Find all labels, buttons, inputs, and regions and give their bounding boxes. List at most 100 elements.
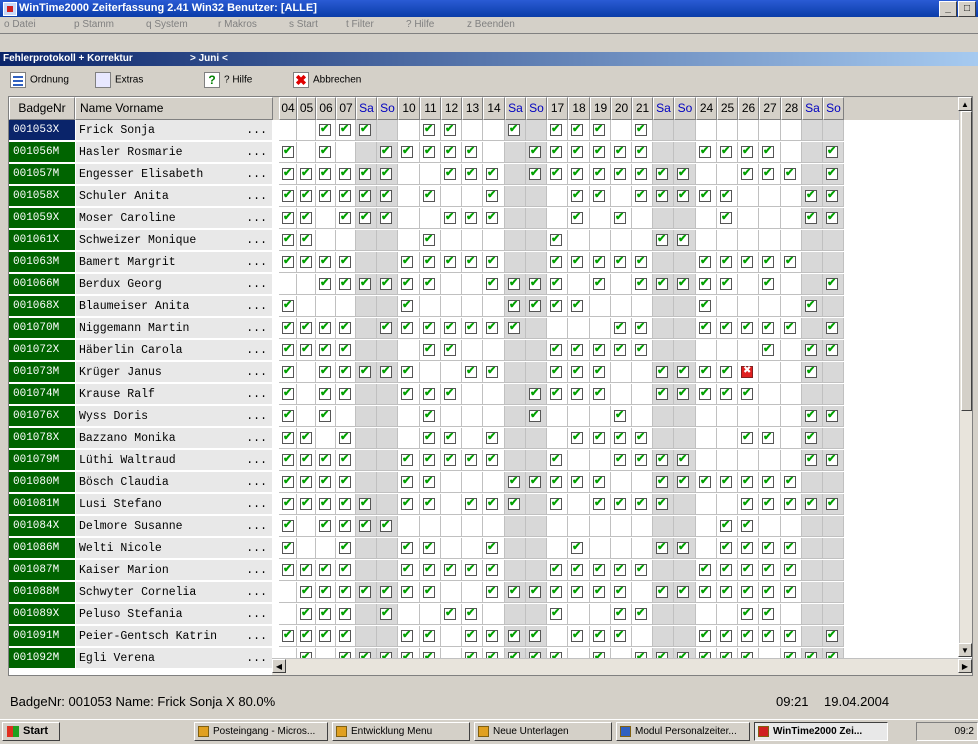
checked-checkbox-icon[interactable] xyxy=(550,276,562,290)
day-cell[interactable] xyxy=(802,120,823,141)
checked-checkbox-icon[interactable] xyxy=(826,210,838,224)
employee-name[interactable]: Blaumeiser Anita... xyxy=(76,296,272,317)
badge-number[interactable]: 001091M xyxy=(9,626,75,647)
day-cell[interactable] xyxy=(483,186,505,207)
day-cell[interactable] xyxy=(483,120,505,141)
checked-checkbox-icon[interactable] xyxy=(656,540,668,554)
day-cell[interactable] xyxy=(696,120,717,141)
day-cell[interactable] xyxy=(590,120,611,141)
checked-checkbox-icon[interactable] xyxy=(508,298,520,312)
day-cell[interactable] xyxy=(653,384,674,405)
help-button[interactable]: ?? Hilfe xyxy=(204,72,252,90)
checked-checkbox-icon[interactable] xyxy=(720,584,732,598)
day-cell[interactable] xyxy=(547,318,568,339)
checked-checkbox-icon[interactable] xyxy=(359,584,371,598)
checked-checkbox-icon[interactable] xyxy=(656,188,668,202)
day-cell[interactable] xyxy=(823,296,844,317)
checked-checkbox-icon[interactable] xyxy=(635,320,647,334)
day-cell[interactable] xyxy=(759,274,781,295)
day-cell[interactable] xyxy=(462,450,483,471)
checked-checkbox-icon[interactable] xyxy=(550,364,562,378)
day-cell[interactable] xyxy=(802,252,823,273)
day-cell[interactable] xyxy=(568,120,590,141)
day-cell[interactable] xyxy=(823,362,844,383)
checked-checkbox-icon[interactable] xyxy=(401,386,413,400)
day-cell[interactable] xyxy=(336,164,356,185)
employee-name[interactable]: Krüger Janus... xyxy=(76,362,272,383)
checked-checkbox-icon[interactable] xyxy=(529,166,541,180)
badge-number[interactable]: 001068X xyxy=(9,296,75,317)
checked-checkbox-icon[interactable] xyxy=(282,320,294,334)
checked-checkbox-icon[interactable] xyxy=(339,254,351,268)
employee-name[interactable]: Schuler Anita... xyxy=(76,186,272,207)
day-cell[interactable] xyxy=(356,582,377,603)
details-button[interactable]: ... xyxy=(246,208,267,229)
checked-checkbox-icon[interactable] xyxy=(465,144,477,158)
day-cell[interactable] xyxy=(568,164,590,185)
day-cell[interactable] xyxy=(526,406,547,427)
day-cell[interactable] xyxy=(823,538,844,559)
checked-checkbox-icon[interactable] xyxy=(282,408,294,422)
day-cell[interactable] xyxy=(441,538,462,559)
checked-checkbox-icon[interactable] xyxy=(720,474,732,488)
checked-checkbox-icon[interactable] xyxy=(614,144,626,158)
checked-checkbox-icon[interactable] xyxy=(300,232,312,246)
day-cell[interactable] xyxy=(674,494,696,515)
day-cell[interactable] xyxy=(717,120,738,141)
day-cell[interactable] xyxy=(611,208,632,229)
day-cell[interactable] xyxy=(590,516,611,537)
day-cell[interactable] xyxy=(632,274,653,295)
checked-checkbox-icon[interactable] xyxy=(699,364,711,378)
checked-checkbox-icon[interactable] xyxy=(699,188,711,202)
day-cell[interactable] xyxy=(781,296,802,317)
day-cell[interactable] xyxy=(336,406,356,427)
checked-checkbox-icon[interactable] xyxy=(762,606,774,620)
checked-checkbox-icon[interactable] xyxy=(380,276,392,290)
checked-checkbox-icon[interactable] xyxy=(300,474,312,488)
checked-checkbox-icon[interactable] xyxy=(741,144,753,158)
day-cell[interactable] xyxy=(297,186,316,207)
day-cell[interactable] xyxy=(356,516,377,537)
day-cell[interactable] xyxy=(377,582,398,603)
day-cell[interactable] xyxy=(483,472,505,493)
day-cell[interactable] xyxy=(568,142,590,163)
checked-checkbox-icon[interactable] xyxy=(805,364,817,378)
checked-checkbox-icon[interactable] xyxy=(486,188,498,202)
day-cell[interactable] xyxy=(696,494,717,515)
checked-checkbox-icon[interactable] xyxy=(401,496,413,510)
day-cell[interactable] xyxy=(279,340,297,361)
checked-checkbox-icon[interactable] xyxy=(656,276,668,290)
day-cell[interactable] xyxy=(279,142,297,163)
table-row[interactable]: 001074M Krause Ralf... xyxy=(9,384,972,406)
checked-checkbox-icon[interactable] xyxy=(444,320,456,334)
checked-checkbox-icon[interactable] xyxy=(677,540,689,554)
checked-checkbox-icon[interactable] xyxy=(465,496,477,510)
checked-checkbox-icon[interactable] xyxy=(444,452,456,466)
day-cell[interactable] xyxy=(738,164,759,185)
checked-checkbox-icon[interactable] xyxy=(465,452,477,466)
order-button[interactable]: Ordnung xyxy=(10,72,69,90)
checked-checkbox-icon[interactable] xyxy=(550,122,562,136)
checked-checkbox-icon[interactable] xyxy=(741,166,753,180)
checked-checkbox-icon[interactable] xyxy=(423,320,435,334)
day-cell[interactable] xyxy=(505,560,526,581)
day-cell[interactable] xyxy=(356,142,377,163)
day-cell[interactable] xyxy=(547,582,568,603)
checked-checkbox-icon[interactable] xyxy=(762,628,774,642)
day-cell[interactable] xyxy=(462,428,483,449)
details-button[interactable]: ... xyxy=(246,428,267,449)
day-cell[interactable] xyxy=(316,450,336,471)
day-cell[interactable] xyxy=(420,626,441,647)
checked-checkbox-icon[interactable] xyxy=(550,342,562,356)
details-button[interactable]: ... xyxy=(246,252,267,273)
checked-checkbox-icon[interactable] xyxy=(656,364,668,378)
header-day[interactable]: Sa xyxy=(356,97,377,120)
day-cell[interactable] xyxy=(441,296,462,317)
day-cell[interactable] xyxy=(653,186,674,207)
checked-checkbox-icon[interactable] xyxy=(635,276,647,290)
day-cell[interactable] xyxy=(696,362,717,383)
day-cell[interactable] xyxy=(483,142,505,163)
checked-checkbox-icon[interactable] xyxy=(339,474,351,488)
day-cell[interactable] xyxy=(653,120,674,141)
day-cell[interactable] xyxy=(696,384,717,405)
